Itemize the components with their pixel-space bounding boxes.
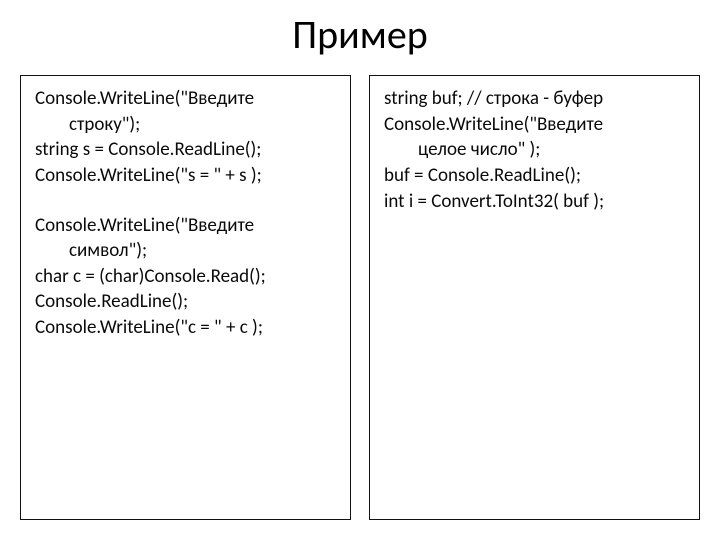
- code-line: buf = Console.ReadLine();: [384, 163, 685, 189]
- slide: Пример Console.WriteLine("Введите строку…: [0, 0, 720, 540]
- code-line: целое число" );: [384, 137, 685, 163]
- code-line: Console.WriteLine("Введите: [35, 86, 336, 112]
- code-line: символ");: [35, 238, 336, 264]
- code-line: string s = Console.ReadLine();: [35, 137, 336, 163]
- code-line: Console.WriteLine("s = " + s );: [35, 163, 336, 189]
- code-line: Console.WriteLine("Введите: [384, 112, 685, 138]
- blank-line: [35, 189, 336, 213]
- code-line: int i = Convert.ToInt32( buf );: [384, 189, 685, 215]
- right-column: string buf; // строка - буфер Console.Wr…: [369, 75, 700, 520]
- code-line: char с = (char)Console.Read();: [35, 264, 336, 290]
- left-column: Console.WriteLine("Введите строку"); str…: [20, 75, 351, 520]
- code-line: Console.WriteLine("c = " + с );: [35, 315, 336, 341]
- code-line: string buf; // строка - буфер: [384, 86, 685, 112]
- code-line: строку");: [35, 112, 336, 138]
- code-line: Console.WriteLine("Введите: [35, 213, 336, 239]
- code-line: Console.ReadLine();: [35, 289, 336, 315]
- slide-title: Пример: [20, 10, 700, 59]
- columns: Console.WriteLine("Введите строку"); str…: [20, 75, 700, 520]
